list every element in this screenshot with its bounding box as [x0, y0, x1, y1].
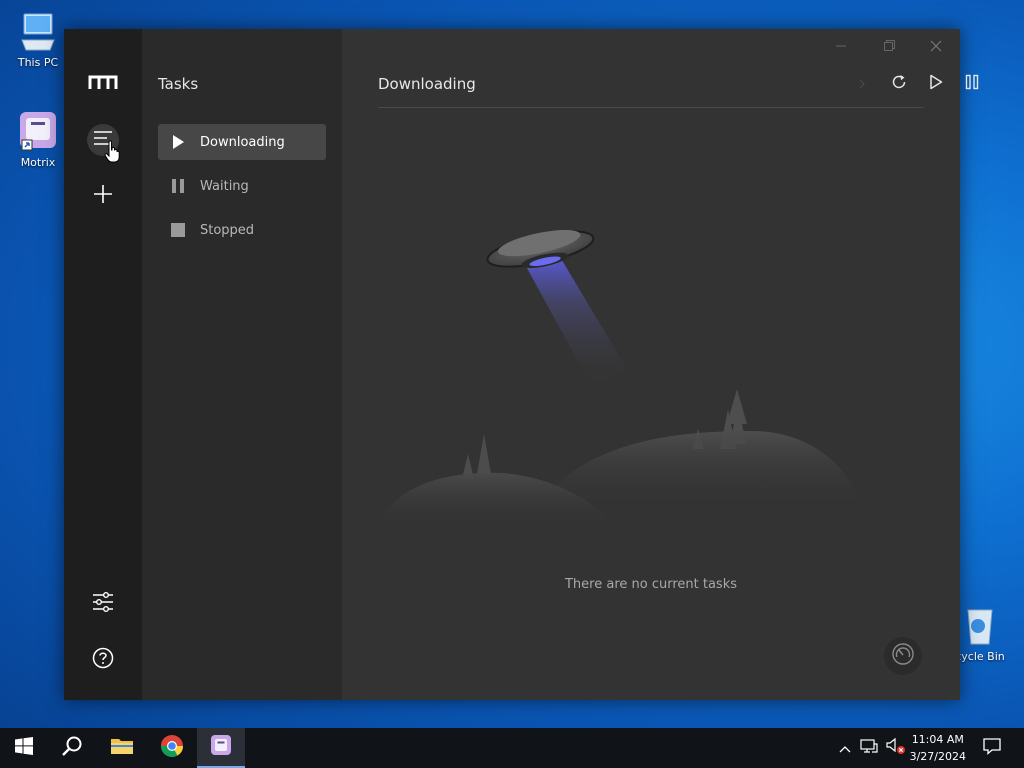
play-icon: [929, 74, 943, 94]
nav-item-label: Downloading: [200, 134, 285, 150]
nav-item-downloading[interactable]: Downloading: [158, 124, 326, 160]
folder-icon: [110, 736, 134, 760]
desktop-icon-this-pc[interactable]: This PC: [8, 10, 68, 69]
header-divider: [378, 107, 924, 108]
help-button[interactable]: [87, 644, 119, 676]
clock-time: 11:04 AM: [911, 733, 964, 746]
refresh-button[interactable]: [888, 73, 910, 95]
notification-icon: [983, 737, 1001, 759]
nav-item-label: Waiting: [200, 178, 249, 194]
volume-muted-icon[interactable]: [886, 737, 906, 759]
motrix-logo-icon: [88, 74, 118, 94]
speed-limit-button[interactable]: [884, 637, 922, 675]
chevron-up-icon[interactable]: [838, 739, 852, 758]
notifications-button[interactable]: [968, 728, 1016, 768]
file-explorer-button[interactable]: [98, 728, 146, 768]
taskbar: 11:04 AM 3/27/2024: [0, 728, 1024, 768]
play-icon: [170, 134, 186, 150]
system-tray: [838, 737, 906, 759]
nav-title: Tasks: [158, 75, 199, 93]
minimize-button[interactable]: [830, 35, 852, 57]
close-icon: [930, 37, 942, 56]
stop-icon: [170, 222, 186, 238]
recycle-bin-icon: [958, 604, 1002, 648]
taskbar-clock[interactable]: 11:04 AM 3/27/2024: [910, 731, 966, 765]
question-circle-icon: [92, 647, 114, 673]
pause-icon: [170, 178, 186, 194]
nav-item-stopped[interactable]: Stopped: [158, 212, 326, 248]
plus-icon: [93, 184, 113, 208]
search-button[interactable]: [48, 728, 96, 768]
sliders-icon: [92, 592, 114, 616]
preferences-button[interactable]: [87, 588, 119, 620]
maximize-button[interactable]: [878, 35, 900, 57]
clock-date: 3/27/2024: [909, 750, 966, 763]
motrix-app-icon: [209, 733, 233, 761]
page-title: Downloading: [378, 75, 476, 93]
chrome-button[interactable]: [148, 728, 196, 768]
speedometer-icon: [891, 642, 915, 670]
task-nav-panel: Tasks Downloading Waiting Stopped: [142, 29, 342, 700]
hand-cursor-icon: [104, 140, 120, 168]
desktop-icon-motrix[interactable]: Motrix: [8, 110, 68, 169]
resume-all-button[interactable]: [925, 73, 947, 95]
logo-button[interactable]: [87, 68, 119, 100]
network-icon[interactable]: [860, 738, 878, 758]
add-task-button[interactable]: [87, 180, 119, 212]
left-rail: [64, 29, 142, 700]
nav-item-waiting[interactable]: Waiting: [158, 168, 326, 204]
windows-logo-icon: [15, 737, 33, 759]
chevron-right-icon: [857, 75, 867, 94]
chrome-icon: [160, 734, 184, 762]
search-icon: [61, 735, 83, 761]
motrix-taskbar-button[interactable]: [197, 728, 245, 768]
main-panel: Downloading There are no current tasks: [342, 29, 979, 700]
motrix-window: Tasks Downloading Waiting Stopped Downlo…: [64, 29, 979, 700]
start-button[interactable]: [0, 728, 48, 768]
computer-icon: [16, 10, 60, 54]
pause-all-button[interactable]: [961, 73, 983, 95]
nav-item-label: Stopped: [200, 222, 255, 238]
pause-icon: [965, 74, 979, 94]
minimize-icon: [835, 37, 847, 56]
maximize-icon: [883, 37, 895, 56]
chevron-button[interactable]: [851, 73, 873, 95]
empty-state-illustration: [382, 209, 922, 529]
refresh-icon: [891, 74, 907, 94]
desktop-icon-label: This PC: [17, 56, 59, 69]
close-button[interactable]: [925, 35, 947, 57]
desktop-icon-label: Motrix: [20, 156, 56, 169]
motrix-app-icon: [16, 110, 60, 154]
empty-state-text: There are no current tasks: [564, 577, 737, 592]
